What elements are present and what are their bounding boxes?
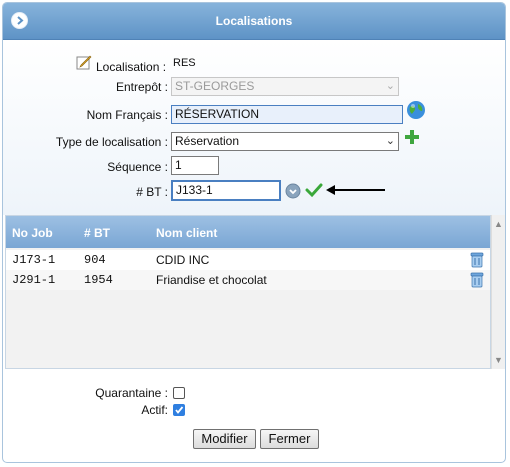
entrepot-select[interactable]: ST-GEORGES ⌄ [171,77,399,96]
localisations-dialog: Localisations Localisation : RES Entrepô… [2,2,506,463]
sequence-value: 1 [175,158,182,172]
cell-bt: 1954 [84,273,113,287]
edit-icon[interactable] [76,54,92,73]
check-icon[interactable] [305,182,323,201]
cell-bt: 904 [84,253,106,267]
cell-job: J173-1 [12,253,56,267]
scroll-down-icon[interactable]: ▼ [494,355,503,365]
cell-job: J291-1 [12,273,56,287]
column-header-no-job: No Job [12,226,53,240]
dropdown-circle-icon[interactable] [285,183,301,202]
cell-client: Friandise et chocolat [156,273,267,287]
entrepot-label: Entrepôt : [115,80,168,94]
type-localisation-value: Réservation [175,134,240,148]
type-localisation-select[interactable]: Réservation ⌄ [171,132,399,151]
scroll-up-icon[interactable]: ▲ [494,219,503,229]
actif-label: Actif: [141,403,168,417]
arrow-left-icon [325,184,387,199]
chevron-down-icon: ⌄ [385,135,395,147]
localisation-value: RES [173,57,196,69]
modifier-button[interactable]: Modifier [193,429,256,449]
fermer-button[interactable]: Fermer [260,429,319,449]
table-row[interactable]: J291-1 1954 Friandise et chocolat [6,270,490,290]
dialog-title: Localisations [215,14,293,28]
trash-icon[interactable] [470,251,484,272]
jobs-table: No Job # BT Nom client J173-1 904 CDID I… [5,215,491,369]
column-header-nom-client: Nom client [156,226,218,240]
chevron-down-icon: ⌄ [385,80,395,92]
table-scrollbar[interactable]: ▲ ▼ [491,215,505,369]
sequence-label: Séquence : [107,160,168,174]
type-localisation-label: Type de localisation : [55,135,168,149]
bt-value: J133-1 [176,183,213,197]
nom-francais-label: Nom Français : [86,108,168,122]
nom-francais-input[interactable]: RÉSERVATION [171,105,403,124]
table-row[interactable]: J173-1 904 CDID INC [6,250,490,270]
quarantaine-checkbox[interactable] [173,387,185,399]
sequence-input[interactable]: 1 [171,156,219,175]
globe-icon[interactable] [406,100,426,123]
form-area: Localisation : RES Entrepôt : ST-GEORGES… [3,40,505,215]
bt-label: # BT : [136,185,168,199]
table-header: No Job # BT Nom client [6,216,490,248]
actif-checkbox[interactable] [173,404,185,416]
trash-icon[interactable] [470,271,484,292]
column-header-bt: # BT [84,226,111,240]
quarantaine-label: Quarantaine : [95,386,168,400]
add-icon[interactable] [404,129,420,148]
title-bar: Localisations [3,3,505,40]
localisation-label: Localisation : [96,60,167,74]
nom-francais-value: RÉSERVATION [175,107,260,121]
bt-input[interactable]: J133-1 [171,180,281,201]
entrepot-value: ST-GEORGES [175,79,255,93]
cell-client: CDID INC [156,253,210,267]
